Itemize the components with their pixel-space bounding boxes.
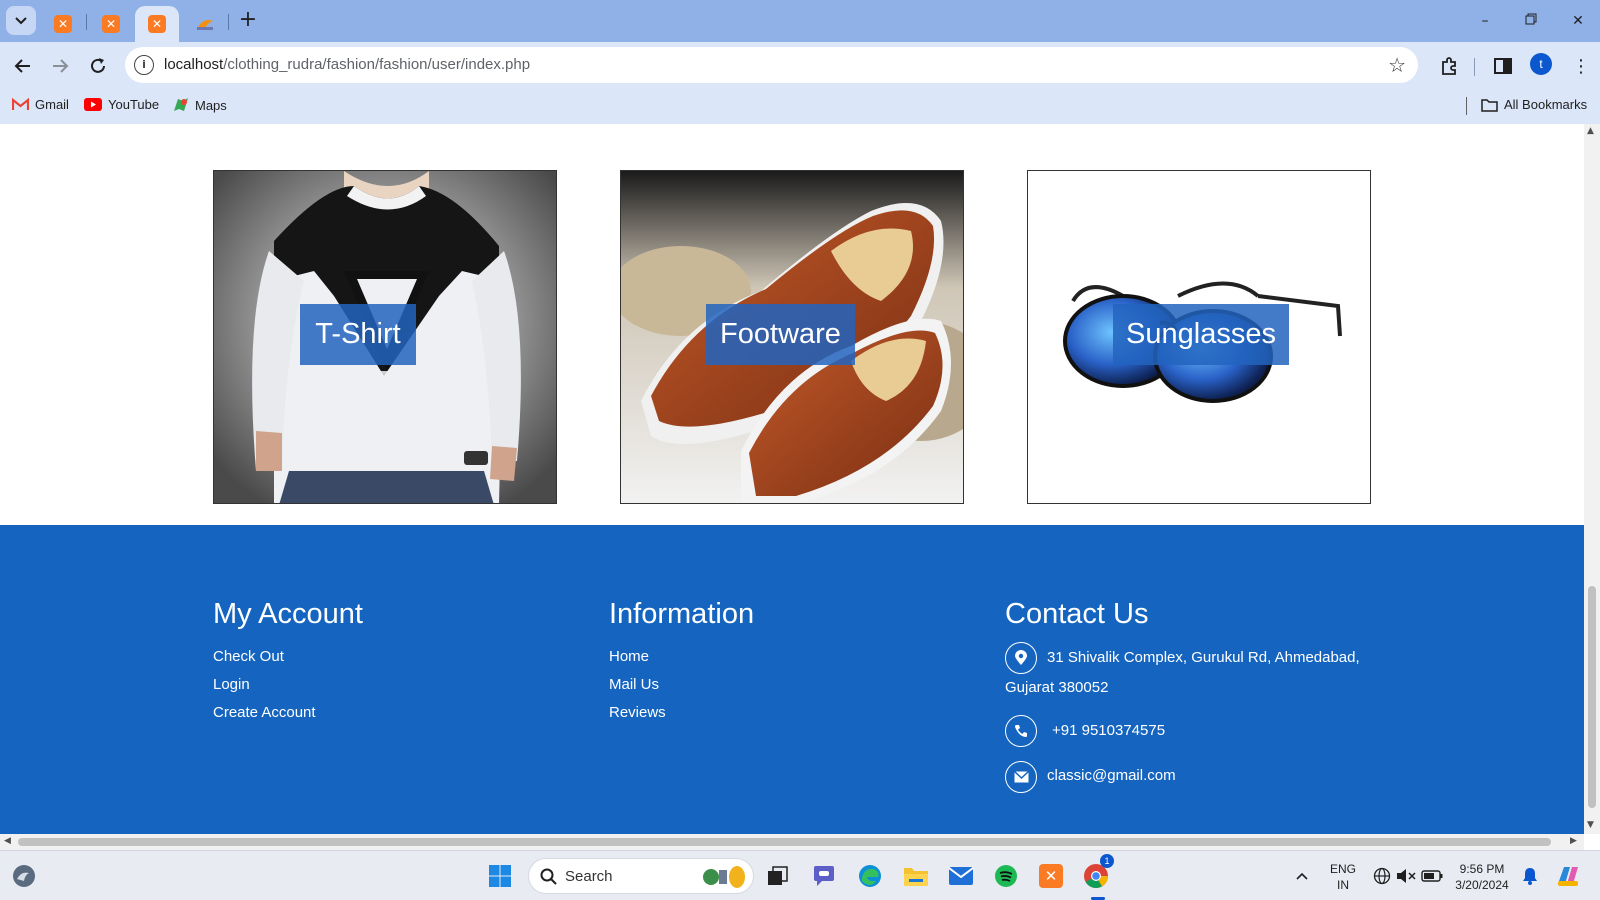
category-card-footware[interactable]: Footware xyxy=(620,170,964,504)
forward-arrow-icon[interactable] xyxy=(47,53,73,79)
taskbar-search[interactable]: Search xyxy=(528,858,754,894)
tab-strip: ✕ ✕ ✕ + – ✕ xyxy=(0,0,1600,42)
edge-browser-icon[interactable] xyxy=(854,860,886,892)
vertical-scrollbar[interactable]: ▲ ▼ xyxy=(1584,124,1600,834)
search-label: Search xyxy=(565,868,613,885)
scroll-down-arrow-icon[interactable]: ▼ xyxy=(1587,820,1594,830)
category-card-sunglasses[interactable]: Sunglasses xyxy=(1027,170,1371,504)
footer-link-home[interactable]: Home xyxy=(609,648,649,665)
folder-icon xyxy=(1481,98,1498,112)
windows-taskbar: Search ✕ 1 ENG IN 9:56 PM 3/20/2024 xyxy=(0,850,1600,900)
battery-icon[interactable] xyxy=(1416,860,1448,892)
horizontal-scroll-thumb[interactable] xyxy=(18,838,1551,846)
xampp-icon: ✕ xyxy=(148,15,166,33)
bookmark-label: YouTube xyxy=(108,97,160,112)
clock-date: 3/20/2024 xyxy=(1455,878,1509,892)
copilot-icon[interactable] xyxy=(1552,860,1584,892)
horizontal-scrollbar[interactable]: ◀ ▶ xyxy=(0,834,1584,850)
page-viewport: T-Shirt Footware Sunglasses My Account C… xyxy=(0,124,1584,834)
scroll-left-arrow-icon[interactable]: ◀ xyxy=(4,836,11,846)
tab-list-chevron-icon[interactable] xyxy=(6,6,36,35)
tab-active[interactable]: ✕ xyxy=(135,6,179,42)
new-tab-button[interactable]: + xyxy=(236,9,260,33)
close-window-button[interactable]: ✕ xyxy=(1558,8,1598,34)
menu-dots-icon[interactable]: ⋮ xyxy=(1568,53,1594,79)
footer-title-my-account: My Account xyxy=(213,598,363,630)
footer-title-contact: Contact Us xyxy=(1005,598,1149,630)
search-icon xyxy=(540,868,557,885)
file-explorer-icon[interactable] xyxy=(900,860,932,892)
reload-icon[interactable] xyxy=(85,53,111,79)
contact-phone: +91 9510374575 xyxy=(1052,722,1166,739)
site-info-icon[interactable]: i xyxy=(134,55,154,75)
bookmark-youtube[interactable]: YouTube xyxy=(84,97,159,112)
category-label: Sunglasses xyxy=(1113,304,1289,365)
bookmark-gmail[interactable]: Gmail xyxy=(12,97,69,112)
location-pin-icon xyxy=(1005,642,1037,674)
footer-link-check-out[interactable]: Check Out xyxy=(213,648,284,665)
back-arrow-icon[interactable] xyxy=(10,53,36,79)
footer-link-reviews[interactable]: Reviews xyxy=(609,704,666,721)
category-label: Footware xyxy=(706,304,855,365)
clock-time: 9:56 PM xyxy=(1459,862,1505,876)
tab-xampp-2[interactable]: ✕ xyxy=(96,6,126,42)
minimize-button[interactable]: – xyxy=(1465,8,1505,34)
phpmyadmin-icon xyxy=(197,20,213,30)
footer-title-information: Information xyxy=(609,598,755,630)
windows-start-icon[interactable] xyxy=(484,860,516,892)
category-card-tshirt[interactable]: T-Shirt xyxy=(213,170,557,504)
spotify-icon[interactable] xyxy=(990,860,1022,892)
notification-bell-icon[interactable] xyxy=(1514,860,1546,892)
xampp-icon: ✕ xyxy=(54,15,72,33)
maps-icon xyxy=(174,98,188,111)
xampp-taskbar-icon[interactable]: ✕ xyxy=(1035,860,1067,892)
phone-icon xyxy=(1005,715,1037,747)
task-view-icon[interactable] xyxy=(762,860,794,892)
profile-avatar[interactable]: t xyxy=(1530,53,1552,75)
youtube-icon xyxy=(84,98,102,111)
tab-phpmyadmin[interactable] xyxy=(190,6,220,42)
contact-address-line1: 31 Shivalik Complex, Gurukul Rd, Ahmedab… xyxy=(1047,649,1360,666)
language-indicator[interactable]: ENG IN xyxy=(1328,861,1358,893)
extensions-icon[interactable] xyxy=(1436,53,1462,79)
bookmark-label: Maps xyxy=(195,97,227,113)
footer-link-login[interactable]: Login xyxy=(213,676,250,693)
region-code: IN xyxy=(1337,878,1349,892)
tab-xampp-1[interactable]: ✕ xyxy=(48,6,78,42)
contact-address-line2: Gujarat 380052 xyxy=(1005,679,1109,696)
restore-button[interactable] xyxy=(1511,8,1551,34)
chrome-notification-badge: 1 xyxy=(1100,854,1114,868)
search-highlight-icon xyxy=(703,866,745,888)
language-code: ENG xyxy=(1329,862,1356,876)
address-bar[interactable]: i localhost/clothing_rudra/fashion/fashi… xyxy=(125,47,1418,83)
all-bookmarks-label: All Bookmarks xyxy=(1504,97,1588,112)
category-label: T-Shirt xyxy=(300,304,416,365)
scroll-right-arrow-icon[interactable]: ▶ xyxy=(1570,836,1577,846)
footer-link-mail-us[interactable]: Mail Us xyxy=(609,676,659,693)
all-bookmarks-button[interactable]: All Bookmarks xyxy=(1481,97,1587,112)
browser-toolbar: i localhost/clothing_rudra/fashion/fashi… xyxy=(0,42,1600,89)
bookmark-star-icon[interactable]: ☆ xyxy=(1388,53,1406,77)
gmail-icon xyxy=(12,98,29,110)
footer-link-create-account[interactable]: Create Account xyxy=(213,704,316,721)
side-panel-icon[interactable] xyxy=(1490,53,1516,79)
chrome-taskbar-icon[interactable]: 1 xyxy=(1080,854,1114,892)
site-footer: My Account Check Out Login Create Accoun… xyxy=(0,525,1584,834)
clock[interactable]: 9:56 PM 3/20/2024 xyxy=(1452,861,1512,893)
bookmarks-bar: Gmail YouTube Maps All Bookmarks xyxy=(0,89,1600,124)
show-hidden-icons-chevron-icon[interactable] xyxy=(1286,860,1318,892)
scroll-up-arrow-icon[interactable]: ▲ xyxy=(1587,126,1594,136)
bookmark-label: Gmail xyxy=(35,97,69,112)
teams-chat-icon[interactable] xyxy=(808,860,840,892)
contact-email[interactable]: classic@gmail.com xyxy=(1047,767,1176,784)
mail-icon[interactable] xyxy=(945,860,977,892)
envelope-icon xyxy=(1005,761,1037,793)
xampp-icon: ✕ xyxy=(102,15,120,33)
bookmark-maps[interactable]: Maps xyxy=(173,97,227,113)
weather-widget-icon[interactable] xyxy=(8,860,40,892)
restore-icon xyxy=(1525,13,1537,25)
url-text: localhost/clothing_rudra/fashion/fashion… xyxy=(164,56,531,73)
vertical-scroll-thumb[interactable] xyxy=(1588,586,1596,808)
